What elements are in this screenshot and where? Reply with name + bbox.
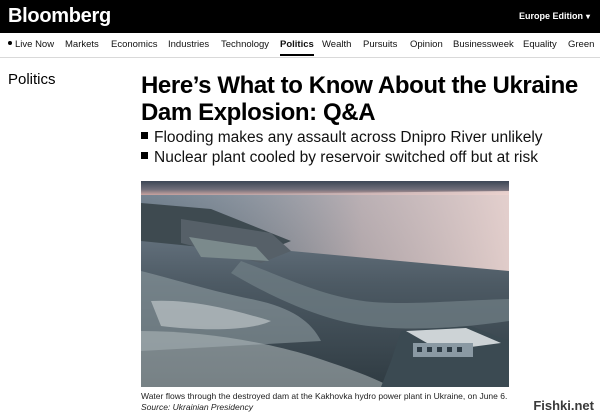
watermark: Fishki.net: [533, 398, 594, 413]
nav-item-technology[interactable]: Technology: [221, 39, 269, 50]
article-headline: Here’s What to Know About the Ukraine Da…: [141, 72, 578, 126]
bullet-square-icon: [141, 132, 148, 140]
article-summary: Flooding makes any assault across Dnipro…: [141, 128, 591, 168]
article-photo[interactable]: [141, 181, 509, 387]
nav-item-politics[interactable]: Politics: [280, 39, 314, 56]
live-dot-icon: [8, 41, 12, 46]
nav-item-live-now[interactable]: Live Now: [8, 39, 54, 50]
chevron-down-icon: ▾: [585, 12, 590, 21]
nav-item-opinion[interactable]: Opinion: [410, 39, 443, 50]
photo-caption: Water flows through the destroyed dam at…: [141, 391, 513, 413]
nav-item-equality[interactable]: Equality: [523, 39, 557, 50]
caption-source: Source: Ukrainian Presidency: [141, 402, 253, 412]
bloomberg-logo[interactable]: Bloomberg: [8, 5, 111, 28]
nav-item-industries[interactable]: Industries: [168, 39, 209, 50]
edition-selector[interactable]: Europe Edition ▾: [519, 11, 590, 21]
dam-photo-illustration: [141, 181, 509, 387]
section-label[interactable]: Politics: [8, 71, 56, 88]
caption-text: Water flows through the destroyed dam at…: [141, 391, 508, 401]
bullet-square-icon: [141, 152, 148, 160]
edition-label: Europe Edition: [518, 11, 583, 21]
summary-bullet: Flooding makes any assault across Dnipro…: [141, 128, 591, 148]
nav-item-pursuits[interactable]: Pursuits: [363, 39, 397, 50]
nav-item-wealth[interactable]: Wealth: [322, 39, 351, 50]
summary-bullet: Nuclear plant cooled by reservoir switch…: [141, 148, 591, 168]
nav-item-green[interactable]: Green: [568, 39, 594, 50]
nav-item-businessweek[interactable]: Businessweek: [453, 39, 514, 50]
section-nav: Live Now Markets Economics Industries Te…: [0, 33, 600, 58]
nav-item-economics[interactable]: Economics: [111, 39, 157, 50]
top-bar: Bloomberg Europe Edition ▾: [0, 0, 600, 33]
nav-item-markets[interactable]: Markets: [65, 39, 99, 50]
